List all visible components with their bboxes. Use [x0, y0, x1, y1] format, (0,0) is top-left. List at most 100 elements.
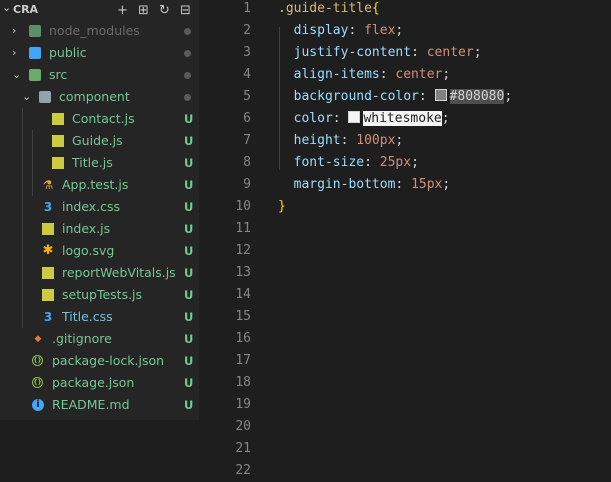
tree-item[interactable]: › public [0, 42, 199, 64]
tree-item[interactable]: Guide.js U [0, 130, 199, 152]
git-status-badge: U [184, 354, 194, 368]
chevron-right-icon[interactable]: › [12, 20, 24, 42]
tree-item-label: Title.css [62, 309, 113, 324]
line-number: 15 [235, 309, 251, 324]
css-property: height [293, 133, 341, 148]
code-line-3[interactable]: justify-content: center; [278, 42, 482, 64]
css-property: align-items [293, 67, 380, 82]
line-number: 21 [235, 441, 251, 456]
folder-icon [29, 47, 41, 59]
tree-item[interactable]: ◆ .gitignore U [0, 328, 199, 350]
chevron-down-icon[interactable]: ⌄ [22, 86, 34, 108]
info-file-icon: i [32, 399, 44, 411]
explorer-header[interactable]: ⌄ CRA + ⊞ ↻ ⊟ [0, 0, 199, 22]
line-number: 8 [243, 155, 251, 170]
code-line-4[interactable]: align-items: center; [278, 64, 451, 86]
tree-item[interactable]: 3 Title.css U [0, 306, 199, 328]
line-number: 5 [243, 89, 251, 104]
tree-item[interactable]: ⌄ component [0, 86, 199, 108]
css-color-value: whitesmoke [363, 111, 442, 126]
tree-item[interactable]: {} package-lock.json U [0, 350, 199, 372]
line-number: 14 [235, 287, 251, 302]
folder-icon [29, 69, 41, 81]
tree-item-label: reportWebVitals.js [62, 265, 176, 280]
tree-item-label: logo.svg [62, 243, 115, 258]
css-color-value: #808080 [449, 89, 505, 104]
close-brace: } [278, 199, 286, 214]
css-file-icon: 3 [43, 200, 53, 214]
line-number: 11 [235, 221, 251, 236]
tree-item-label: src [49, 67, 68, 82]
git-status-badge: U [184, 310, 194, 324]
code-line-10[interactable]: } [278, 196, 286, 218]
tree-item[interactable]: Contact.js U [0, 108, 199, 130]
tree-item-label: App.test.js [62, 177, 129, 192]
chevron-down-icon[interactable]: ⌄ [12, 64, 24, 86]
tree-item-label: public [49, 45, 87, 60]
line-number: 12 [235, 243, 251, 258]
tree-item[interactable]: 3 index.css U [0, 196, 199, 218]
new-file-icon[interactable]: + [114, 2, 131, 19]
line-number: 6 [243, 111, 251, 126]
css-property: display [293, 23, 349, 38]
chevron-down-icon[interactable]: ⌄ [2, 1, 11, 14]
code-line-1[interactable]: .guide-title{ [278, 0, 380, 20]
test-file-icon: ⚗ [42, 178, 54, 192]
code-line-9[interactable]: margin-bottom: 15px; [278, 174, 451, 196]
css-value: 15px [411, 177, 443, 192]
css-property: margin-bottom [293, 177, 396, 192]
code-line-6[interactable]: color: whitesmoke; [278, 108, 450, 130]
git-status-badge: U [184, 200, 194, 214]
tree-item-label: Title.js [72, 155, 113, 170]
explorer-title: CRA [13, 3, 39, 16]
tree-item-label: package-lock.json [52, 353, 165, 368]
json-file-icon: {} [32, 355, 43, 366]
tree-item-label: setupTests.js [62, 287, 143, 302]
code-line-2[interactable]: display: flex; [278, 20, 404, 42]
line-number: 19 [235, 397, 251, 412]
tree-item-label: node_modules [49, 23, 140, 38]
tree-item[interactable]: setupTests.js U [0, 284, 199, 306]
line-number: 20 [235, 419, 251, 434]
tree-item[interactable]: reportWebVitals.js U [0, 262, 199, 284]
collapse-all-icon[interactable]: ⊟ [177, 2, 194, 19]
tree-item[interactable]: ✱ logo.svg U [0, 240, 199, 262]
css-value: center [395, 67, 443, 82]
color-swatch[interactable] [434, 89, 447, 101]
tree-item[interactable]: › node_modules [0, 20, 199, 42]
line-number: 16 [235, 331, 251, 346]
refresh-icon[interactable]: ↻ [156, 2, 173, 19]
json-file-icon: {} [32, 377, 43, 388]
git-status-badge: U [184, 244, 194, 258]
css-value: 100px [356, 133, 396, 148]
chevron-right-icon[interactable]: › [12, 42, 24, 64]
css-value: flex [364, 23, 396, 38]
css-property: background-color [293, 89, 419, 104]
line-number: 17 [235, 353, 251, 368]
code-line-8[interactable]: font-size: 25px; [278, 152, 419, 174]
tree-item[interactable]: Title.js U [0, 152, 199, 174]
js-file-icon [52, 135, 64, 147]
code-editor[interactable]: 1 2 3 4 5 6 7 8 9 10 11 12 13 14 15 16 17 18 19 20 21 22 .gui… [199, 0, 611, 478]
new-folder-icon[interactable]: ⊞ [135, 2, 152, 19]
tree-item-label: README.md [52, 397, 130, 412]
tree-item-label: Contact.js [72, 111, 135, 126]
git-status-badge: U [184, 156, 194, 170]
css-file-icon: 3 [43, 310, 53, 324]
color-swatch[interactable] [348, 111, 361, 123]
tree-item-label: index.js [62, 221, 111, 236]
tree-item-label: index.css [62, 199, 121, 214]
git-status-badge: U [184, 222, 194, 236]
code-line-7[interactable]: height: 100px; [278, 130, 404, 152]
tree-item[interactable]: ⌄ src [0, 64, 199, 86]
css-property: justify-content [293, 45, 412, 60]
css-value: center [426, 45, 474, 60]
git-status-badge: U [184, 112, 194, 126]
tree-item[interactable]: {} package.json U [0, 372, 199, 394]
tree-item[interactable]: index.js U [0, 218, 199, 240]
folder-icon [39, 91, 51, 103]
code-line-5[interactable]: background-color: #808080; [278, 86, 512, 108]
tree-item[interactable]: i README.md U [0, 394, 199, 416]
git-status-dot [184, 50, 191, 57]
tree-item[interactable]: ⚗ App.test.js U [0, 174, 199, 196]
